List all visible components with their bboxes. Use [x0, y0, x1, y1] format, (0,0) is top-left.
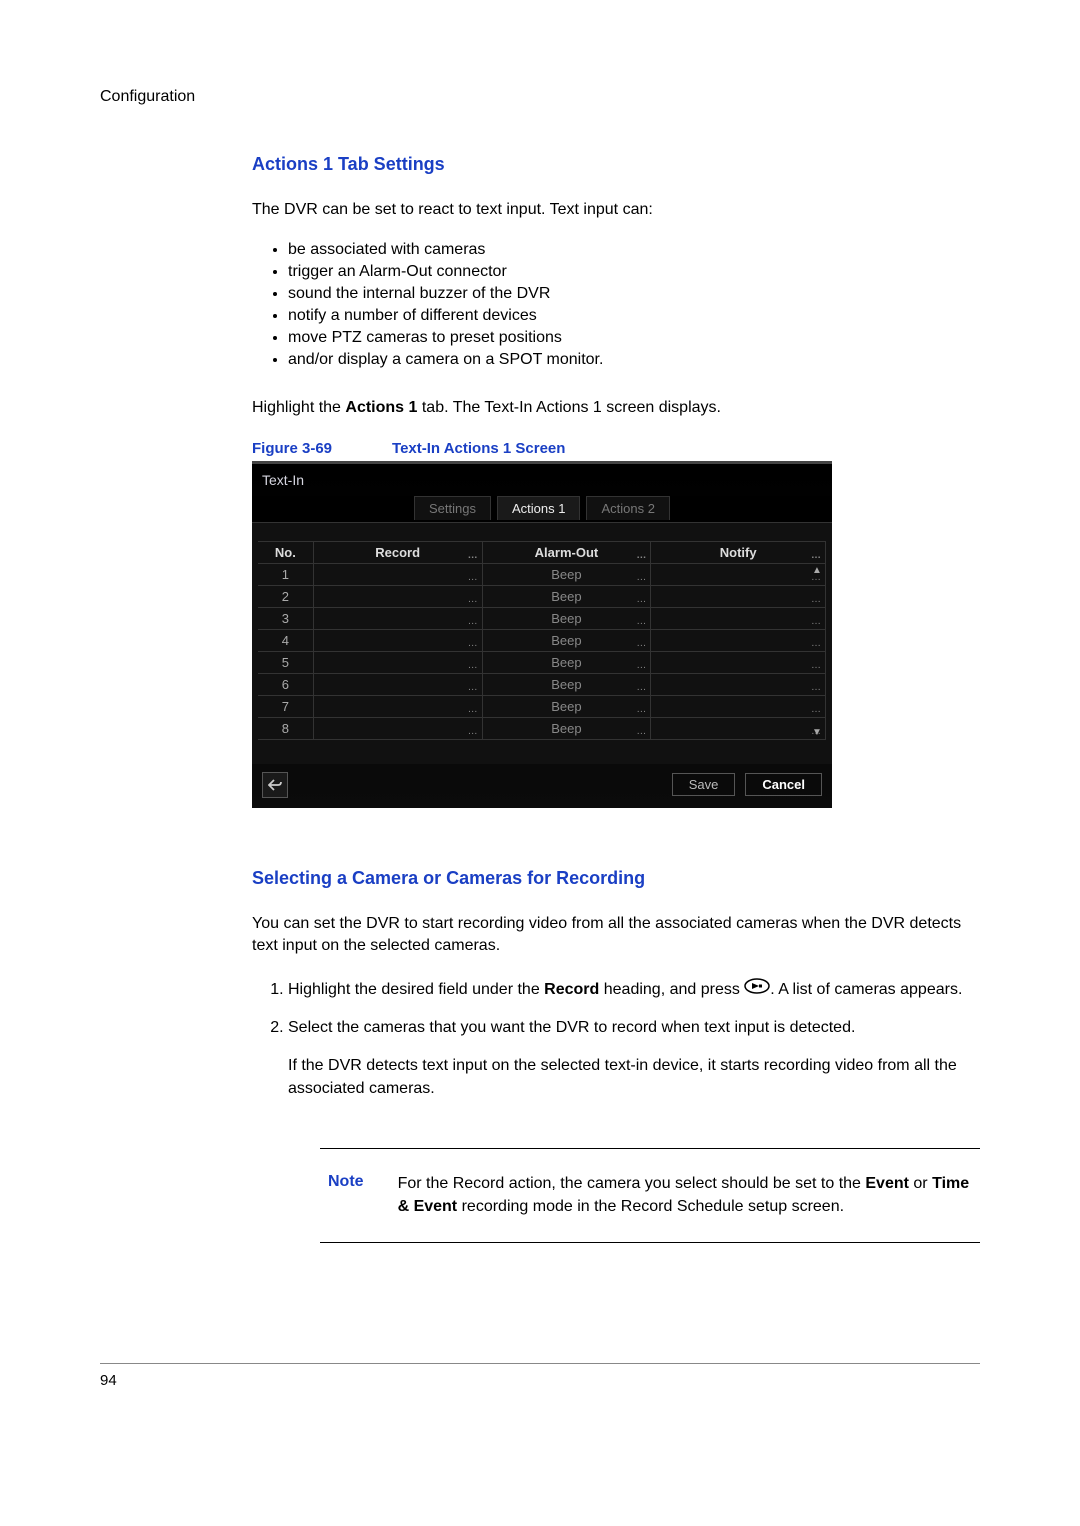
- note-text-part: recording mode in the Record Schedule se…: [457, 1198, 844, 1215]
- cell-record[interactable]: [314, 652, 483, 674]
- cell-alarmout[interactable]: Beep: [483, 718, 652, 740]
- highlight-instruction: Highlight the Actions 1 tab. The Text-In…: [252, 397, 980, 419]
- bullet-item: notify a number of different devices: [288, 307, 980, 329]
- cell-notify[interactable]: [651, 674, 826, 696]
- instruction-text: Highlight the: [252, 399, 345, 416]
- cell-no: 2: [258, 586, 314, 608]
- step-item: Highlight the desired field under the Re…: [288, 978, 980, 1017]
- cell-alarmout[interactable]: Beep: [483, 696, 652, 718]
- step-text: . A list of cameras appears.: [770, 981, 962, 998]
- cell-record[interactable]: [314, 674, 483, 696]
- instruction-text: tab. The Text-In Actions 1 screen displa…: [417, 399, 721, 416]
- cell-record[interactable]: [314, 608, 483, 630]
- cell-record[interactable]: [314, 696, 483, 718]
- note-label: Note: [328, 1173, 364, 1218]
- step-text: heading, and press: [599, 981, 744, 998]
- col-header-no: No.: [258, 542, 314, 564]
- cell-record[interactable]: [314, 586, 483, 608]
- cell-alarmout[interactable]: Beep: [483, 674, 652, 696]
- cell-alarmout[interactable]: Beep: [483, 564, 652, 586]
- dvr-screenshot: Text-In Settings Actions 1 Actions 2 No.…: [252, 461, 832, 808]
- section2-intro: You can set the DVR to start recording v…: [252, 913, 980, 958]
- intro-paragraph: The DVR can be set to react to text inpu…: [252, 199, 980, 221]
- step-bold: Record: [544, 981, 599, 998]
- bullet-item: sound the internal buzzer of the DVR: [288, 285, 980, 307]
- cell-notify[interactable]: [651, 608, 826, 630]
- dvr-window-title: Text-In: [252, 464, 832, 496]
- step-text: Select the cameras that you want the DVR…: [288, 1019, 855, 1036]
- step-item: Select the cameras that you want the DVR…: [288, 1017, 980, 1116]
- cell-alarmout[interactable]: Beep: [483, 630, 652, 652]
- note-text-part: For the Record action, the camera you se…: [398, 1175, 866, 1192]
- table-row: 8 Beep: [258, 718, 826, 740]
- cell-record[interactable]: [314, 564, 483, 586]
- cell-notify[interactable]: [651, 586, 826, 608]
- figure-title: Text-In Actions 1 Screen: [392, 440, 565, 457]
- table-row: 7 Beep: [258, 696, 826, 718]
- cell-alarmout[interactable]: Beep: [483, 586, 652, 608]
- section-title-selecting-camera: Selecting a Camera or Cameras for Record…: [252, 868, 980, 889]
- dvr-table: No. Record Alarm-Out Notify 1 Beep 2: [258, 541, 826, 740]
- table-row: 4 Beep: [258, 630, 826, 652]
- table-row: 5 Beep: [258, 652, 826, 674]
- step-text: Highlight the desired field under the: [288, 981, 544, 998]
- table-row: 3 Beep: [258, 608, 826, 630]
- cell-notify[interactable]: [651, 718, 826, 740]
- tab-actions1[interactable]: Actions 1: [497, 496, 580, 520]
- cancel-button[interactable]: Cancel: [745, 773, 822, 796]
- cell-alarmout[interactable]: Beep: [483, 652, 652, 674]
- instruction-bold: Actions 1: [345, 399, 417, 416]
- scroll-down-icon[interactable]: ▼: [810, 726, 824, 740]
- cell-no: 4: [258, 630, 314, 652]
- note-block: Note For the Record action, the camera y…: [320, 1148, 980, 1243]
- feature-bullet-list: be associated with cameras trigger an Al…: [252, 241, 980, 373]
- steps-list: Highlight the desired field under the Re…: [252, 978, 980, 1117]
- col-header-alarmout[interactable]: Alarm-Out: [483, 542, 652, 564]
- enter-button-icon: [744, 978, 770, 1001]
- step-text: If the DVR detects text input on the sel…: [288, 1057, 957, 1096]
- table-row: 2 Beep: [258, 586, 826, 608]
- cell-notify[interactable]: [651, 564, 826, 586]
- tab-actions2[interactable]: Actions 2: [586, 496, 669, 520]
- save-button[interactable]: Save: [672, 773, 736, 796]
- col-header-record[interactable]: Record: [314, 542, 483, 564]
- figure-caption: Figure 3-69 Text-In Actions 1 Screen: [252, 440, 980, 457]
- cell-record[interactable]: [314, 630, 483, 652]
- tab-settings[interactable]: Settings: [414, 496, 491, 520]
- note-text-part: or: [909, 1175, 932, 1192]
- figure-number: Figure 3-69: [252, 440, 332, 457]
- cell-no: 6: [258, 674, 314, 696]
- cell-alarmout[interactable]: Beep: [483, 608, 652, 630]
- table-row: 1 Beep: [258, 564, 826, 586]
- back-button[interactable]: [262, 772, 288, 798]
- cell-no: 5: [258, 652, 314, 674]
- cell-notify[interactable]: [651, 652, 826, 674]
- section-title-actions1: Actions 1 Tab Settings: [252, 154, 980, 175]
- note-text: For the Record action, the camera you se…: [398, 1173, 972, 1218]
- cell-no: 8: [258, 718, 314, 740]
- back-arrow-icon: [268, 779, 282, 791]
- cell-no: 1: [258, 564, 314, 586]
- cell-no: 7: [258, 696, 314, 718]
- bullet-item: move PTZ cameras to preset positions: [288, 329, 980, 351]
- cell-notify[interactable]: [651, 696, 826, 718]
- page-footer: 94: [100, 1363, 980, 1389]
- table-row: 6 Beep: [258, 674, 826, 696]
- page-number: 94: [100, 1372, 117, 1389]
- note-bold: Event: [865, 1175, 909, 1192]
- cell-no: 3: [258, 608, 314, 630]
- bullet-item: and/or display a camera on a SPOT monito…: [288, 351, 980, 373]
- scroll-up-icon[interactable]: ▲: [810, 564, 824, 578]
- col-header-notify[interactable]: Notify: [651, 542, 826, 564]
- page-header-section: Configuration: [100, 88, 980, 106]
- bullet-item: be associated with cameras: [288, 241, 980, 263]
- cell-notify[interactable]: [651, 630, 826, 652]
- bullet-item: trigger an Alarm-Out connector: [288, 263, 980, 285]
- cell-record[interactable]: [314, 718, 483, 740]
